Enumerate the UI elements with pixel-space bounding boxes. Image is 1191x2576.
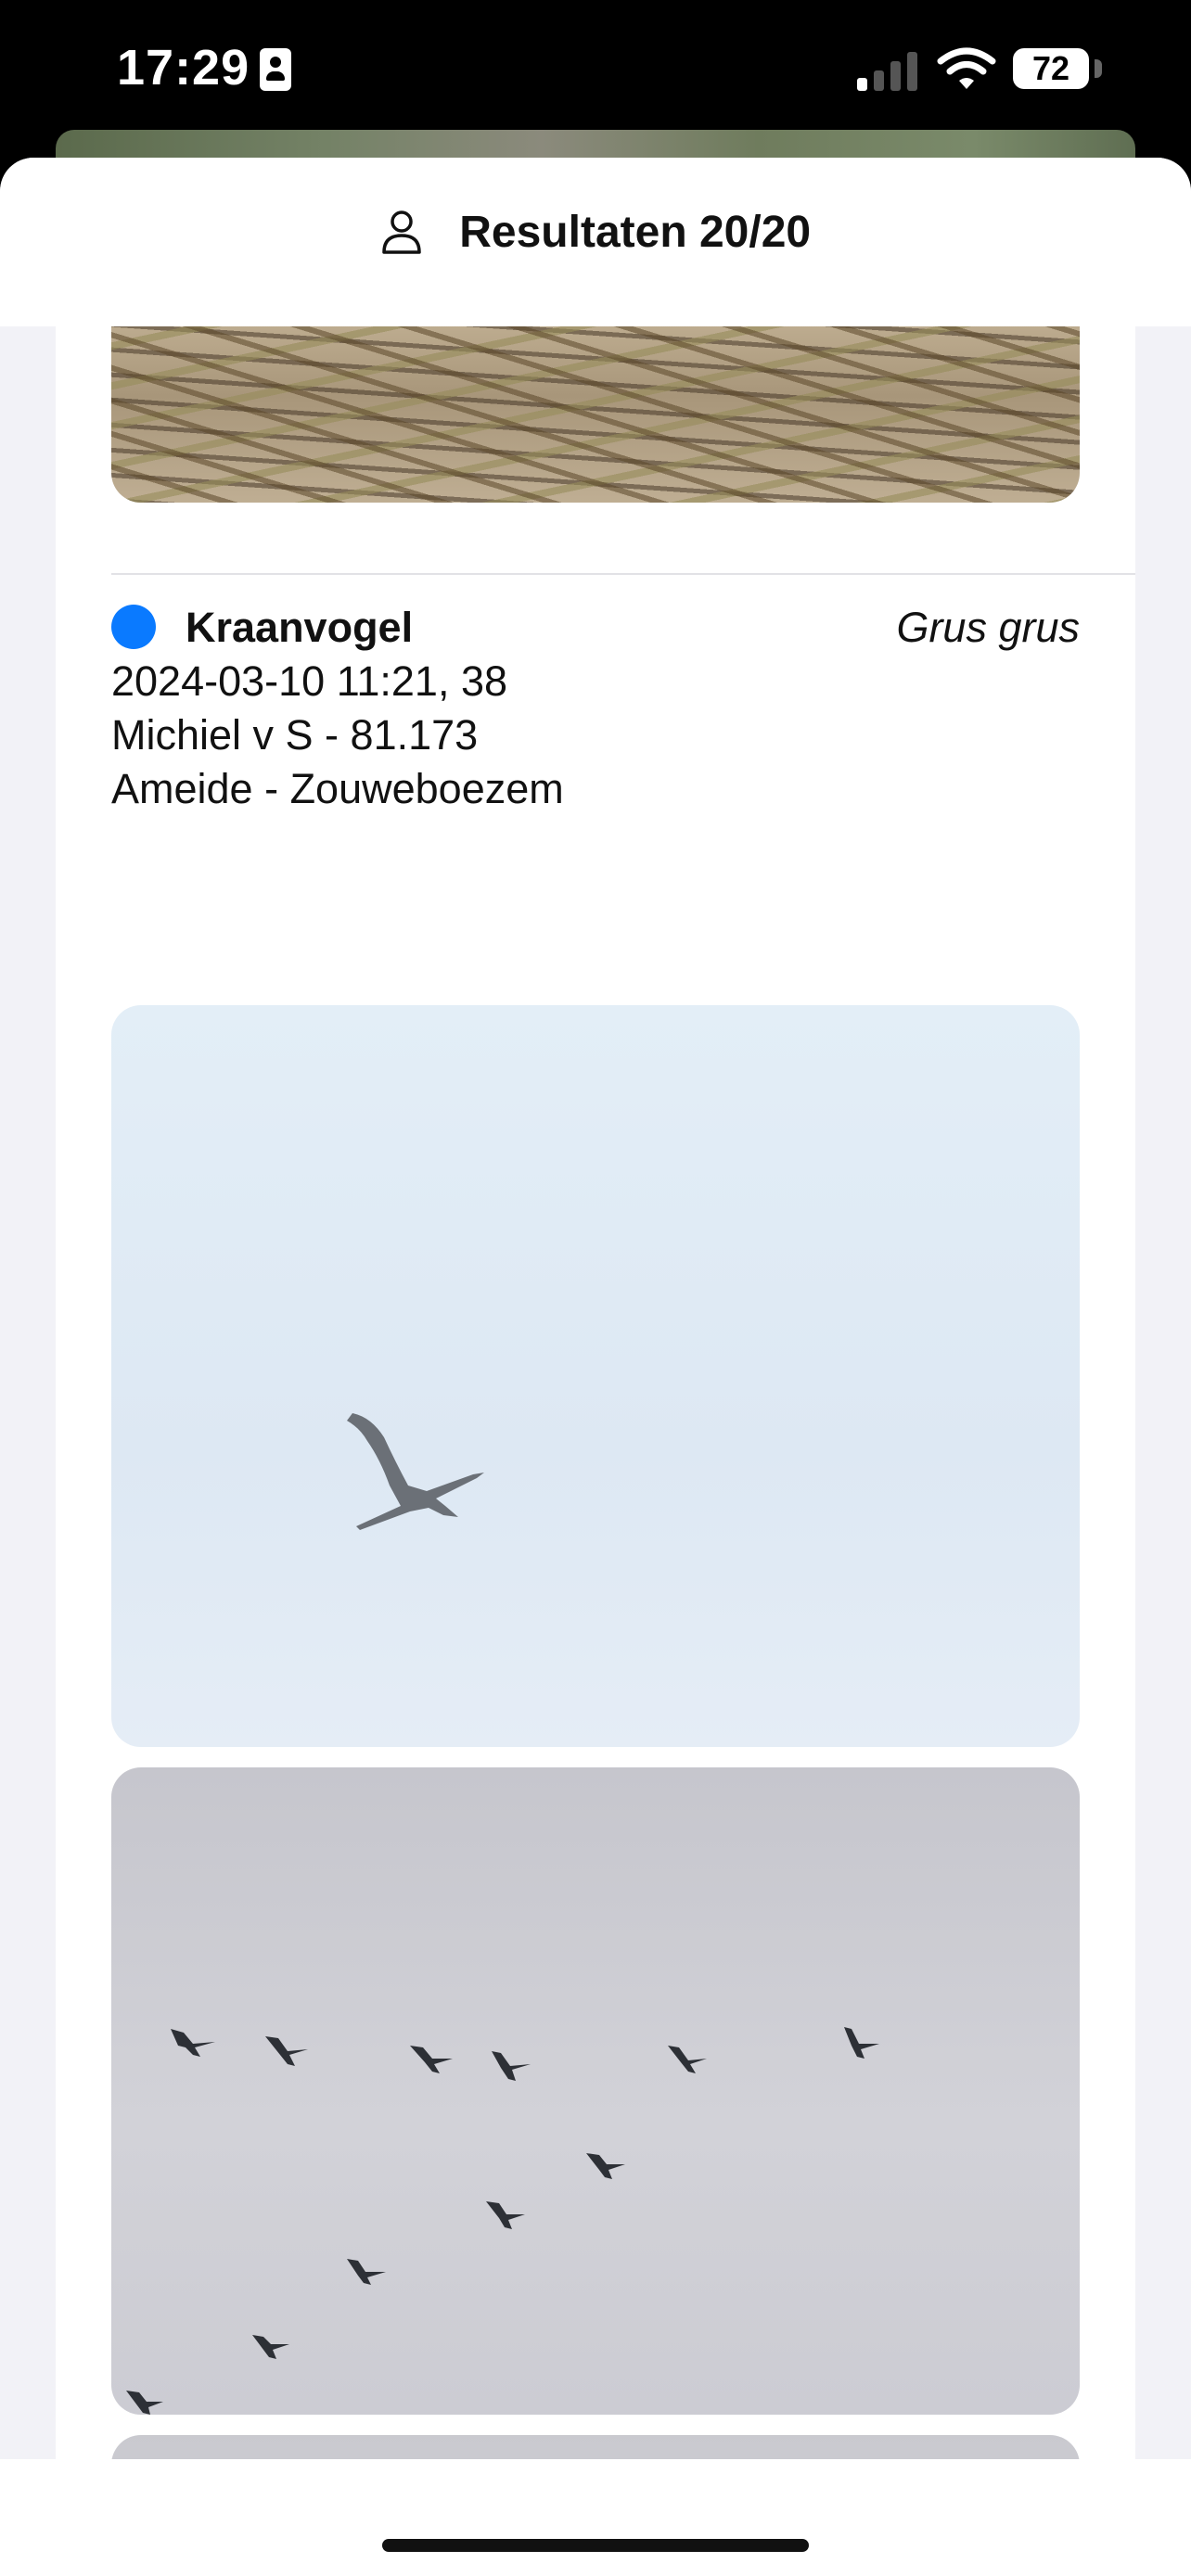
status-dot-icon	[111, 605, 156, 649]
home-indicator[interactable]	[382, 2539, 809, 2552]
observer: Michiel v S - 81.173	[111, 711, 479, 759]
species-name: Kraanvogel	[186, 604, 414, 651]
crane-silhouette	[347, 1413, 484, 1530]
single-crane-photo[interactable]	[111, 1005, 1080, 1747]
results-header[interactable]: Resultaten 20/20	[0, 204, 1191, 258]
results-title: Resultaten 20/20	[459, 207, 812, 257]
battery-icon: 72	[1013, 48, 1089, 89]
flock-silhouettes	[126, 2027, 879, 2415]
crane-flock-photo[interactable]	[111, 1767, 1080, 2415]
results-sheet: Resultaten 20/20 Kraanvogel Grus grus 20…	[0, 158, 1191, 2576]
sheet-header: Resultaten 20/20	[0, 158, 1191, 326]
person-icon	[382, 210, 421, 255]
battery-cap	[1095, 59, 1102, 78]
cellular-signal-icon	[857, 50, 922, 91]
bottom-bar	[0, 2459, 1191, 2576]
id-card-icon	[260, 48, 291, 91]
status-time: 17:29	[117, 40, 250, 96]
observation-item[interactable]: Kraanvogel Grus grus 2024-03-10 11:21, 3…	[111, 601, 1080, 816]
wifi-icon	[937, 47, 996, 89]
results-list[interactable]: Kraanvogel Grus grus 2024-03-10 11:21, 3…	[56, 326, 1135, 2576]
branches-photo[interactable]	[111, 326, 1080, 503]
status-bar: 17:29 72	[0, 0, 1191, 139]
observation-datetime: 2024-03-10 11:21, 38	[111, 657, 508, 705]
divider	[111, 573, 1135, 575]
location: Ameide - Zouweboezem	[111, 765, 564, 812]
scientific-name: Grus grus	[896, 604, 1080, 651]
